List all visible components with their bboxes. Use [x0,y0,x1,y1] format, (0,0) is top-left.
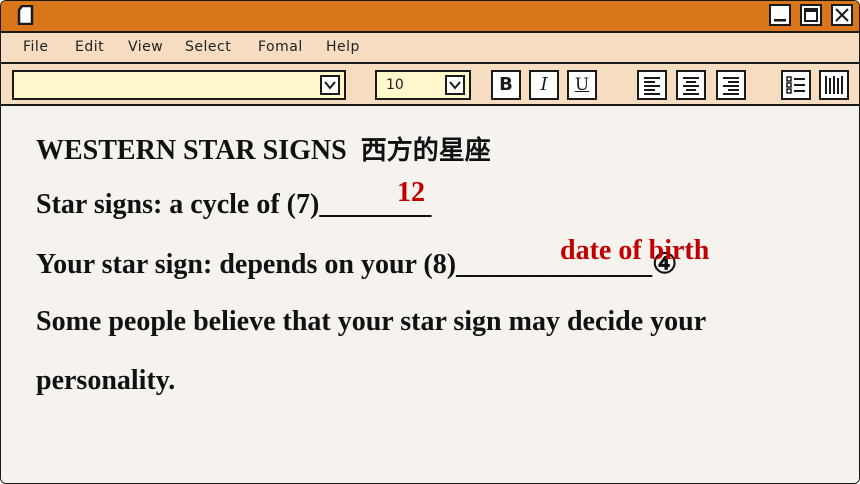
line1-text: Star signs: a cycle of (7) [36,189,320,220]
underline-label: U [574,75,590,95]
font-size-select[interactable]: 10 [375,70,471,100]
chevron-down-icon [324,81,336,90]
line-personality: personality. [36,365,176,396]
menu-edit[interactable]: Edit [75,39,104,55]
list-icon [786,76,805,94]
align-right-icon [723,77,739,95]
heading-line: WESTERN STAR SIGNS 西方的星座 [36,130,491,167]
document-icon [17,5,34,25]
heading-english: WESTERN STAR SIGNS [36,135,347,166]
align-center-button[interactable] [676,70,706,100]
underline-button[interactable]: U [567,70,597,100]
title-bar[interactable] [1,1,859,33]
menu-file[interactable]: File [23,39,48,55]
align-right-button[interactable] [716,70,746,100]
heading-chinese: 西方的星座 [360,136,491,166]
minimize-icon [774,19,786,22]
italic-button[interactable]: I [529,70,559,100]
columns-icon [825,76,843,94]
menu-select[interactable]: Select [185,39,231,55]
document-area[interactable]: WESTERN STAR SIGNS 西方的星座 Star signs: a c… [1,106,859,483]
line2-text: Your star sign: depends on your (8) [36,249,457,280]
close-button[interactable] [831,4,853,26]
align-left-button[interactable] [637,70,667,100]
align-left-icon [644,77,660,95]
size-dropdown-button[interactable] [445,75,465,95]
menu-bar: File Edit View Select Fomal Help [1,33,859,64]
align-center-icon [683,77,699,95]
line-belief: Some people believe that your star sign … [36,306,707,337]
font-dropdown-button[interactable] [320,75,340,95]
menu-help[interactable]: Help [326,39,360,55]
maximize-icon [804,8,818,22]
font-size-value: 10 [386,77,404,93]
menu-fomal[interactable]: Fomal [258,39,303,55]
formatting-toolbar: 10 B I U [1,64,859,106]
close-icon [835,8,849,22]
bold-button[interactable]: B [491,70,521,100]
bulleted-list-button[interactable] [781,70,811,100]
answer-7: 12 [397,177,425,208]
minimize-button[interactable] [769,4,791,26]
columns-button[interactable] [819,70,849,100]
line-star-signs-cycle: Star signs: a cycle of (7)________ [36,189,431,221]
menu-view[interactable]: View [128,39,163,55]
answer-8: date of birth [560,235,710,266]
font-select[interactable] [12,70,346,100]
maximize-button[interactable] [800,4,822,26]
italic-label: I [540,74,548,95]
editor-window: File Edit View Select Fomal Help 10 B I … [0,0,860,484]
chevron-down-icon [449,81,461,90]
bold-label: B [499,74,513,95]
